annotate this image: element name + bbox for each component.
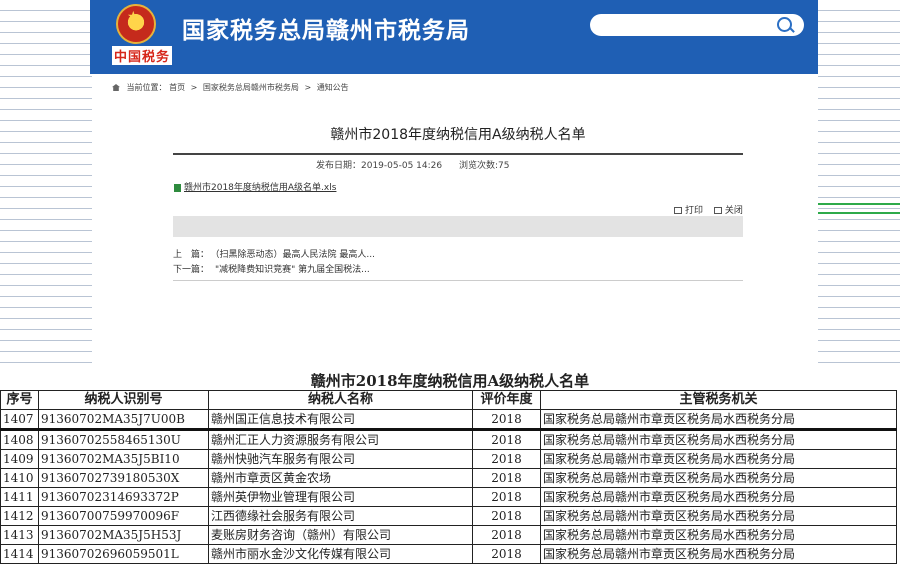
cell-year: 2018 <box>472 449 541 469</box>
site-title[interactable]: 国家税务总局赣州市税务局 <box>182 11 470 45</box>
cell-authority: 国家税务总局赣州市章贡区税务局水西税务分局 <box>540 506 897 526</box>
table-header-row: 序号 纳税人识别号 纳税人名称 评价年度 主管税务机关 <box>0 390 897 410</box>
cell-authority: 国家税务总局赣州市章贡区税务局水西税务分局 <box>540 468 897 488</box>
breadcrumb-separator: > <box>190 83 198 92</box>
cell-seq: 1407 <box>0 409 39 430</box>
cell-year: 2018 <box>472 428 541 450</box>
cell-name: 赣州快驰汽车服务有限公司 <box>208 449 473 469</box>
cell-name: 麦账房财务咨询（赣州）有限公司 <box>208 525 473 545</box>
cell-authority: 国家税务总局赣州市章贡区税务局水西税务分局 <box>540 525 897 545</box>
attachment-filename[interactable]: 赣州市2018年度纳税信用A级名单.xls <box>184 183 336 193</box>
cell-seq: 1414 <box>0 544 39 564</box>
search-icon[interactable] <box>777 17 792 32</box>
cell-year: 2018 <box>472 468 541 488</box>
national-emblem-icon[interactable]: ★ <box>108 4 166 44</box>
prev-article: 上 篇： （扫黑除恶动态）最高人民法院 最高人... <box>173 247 375 260</box>
cell-seq: 1412 <box>0 506 39 526</box>
cell-seq: 1411 <box>0 487 39 507</box>
col-header-seq: 序号 <box>0 390 39 410</box>
prev-label: 上 篇： <box>173 250 210 260</box>
article-title: 赣州市2018年度纳税信用A级纳税人名单 <box>330 127 586 143</box>
search-input[interactable] <box>602 17 776 35</box>
col-header-name: 纳税人名称 <box>208 390 473 410</box>
cell-year: 2018 <box>472 525 541 545</box>
print-icon <box>674 207 682 214</box>
next-article-link[interactable]: "减税降费知识竞赛" 第九届全国税法... <box>215 265 370 275</box>
view-count: 浏览次数:75 <box>458 161 510 171</box>
breadcrumb: 当前位置： 首页 > 国家税务总局赣州市税务局 > 通知公告 <box>112 82 349 93</box>
xls-file-icon <box>174 183 181 192</box>
emblem-caption: 中国税务 <box>112 46 173 65</box>
cell-name: 江西德缘社会服务有限公司 <box>208 506 473 526</box>
home-icon <box>112 84 120 91</box>
table-row: 1410 91360702739180530X 赣州市章贡区黄金农场 2018 国家税务… <box>0 468 897 488</box>
table-row: 1412 91360700759970096F 江西德缘社会服务有限公司 2018 国家… <box>0 506 897 526</box>
cell-tax-id: 91360702558465130U <box>38 428 209 450</box>
col-header-authority: 主管税务机关 <box>540 390 897 410</box>
cell-year: 2018 <box>472 409 541 430</box>
prev-article-link[interactable]: （扫黑除恶动态）最高人民法院 最高人... <box>215 250 375 260</box>
breadcrumb-bureau[interactable]: 国家税务总局赣州市税务局 <box>203 83 299 92</box>
table-row: 1414 91360702696059501L 赣州市丽水金沙文化传媒有限公司 201… <box>0 544 897 564</box>
table-row: 1411 91360702314693372P 赣州英伊物业管理有限公司 2018 国家… <box>0 487 897 507</box>
next-label: 下一篇： <box>173 265 210 275</box>
sheet-title: 赣州市2018年度纳税信用A级纳税人名单 <box>310 372 590 390</box>
close-icon <box>713 207 722 214</box>
print-label[interactable]: 打印 <box>685 206 703 216</box>
breadcrumb-notices[interactable]: 通知公告 <box>317 83 349 92</box>
article-actions: 打印 关闭 <box>666 203 743 216</box>
breadcrumb-label: 当前位置： <box>126 83 167 92</box>
cell-name: 赣州汇正人力资源服务有限公司 <box>208 428 473 450</box>
cell-tax-id: 91360700759970096F <box>38 506 209 526</box>
cell-seq: 1413 <box>0 525 39 545</box>
table-row: 1408 91360702558465130U 赣州汇正人力资源服务有限公司 2018… <box>0 428 897 450</box>
cell-seq: 1409 <box>0 449 39 469</box>
cell-authority: 国家税务总局赣州市章贡区税务局水西税务分局 <box>540 487 897 507</box>
cell-tax-id: 91360702MA35J5BI10 <box>38 449 209 469</box>
breadcrumb-separator: > <box>304 83 312 92</box>
table-row: 1407 91360702MA35J7U00B 赣州国正信息技术有限公司 2018 国家… <box>0 409 897 430</box>
cell-year: 2018 <box>472 544 541 564</box>
article-bottom-divider <box>173 280 743 281</box>
cell-tax-id: 91360702MA35J7U00B <box>38 409 209 430</box>
cell-authority: 国家税务总局赣州市章贡区税务局水西税务分局 <box>540 428 897 450</box>
cell-name: 赣州国正信息技术有限公司 <box>208 409 473 430</box>
article-footer-bar <box>173 216 743 237</box>
attachment-link[interactable]: 赣州市2018年度纳税信用A级名单.xls <box>174 180 336 193</box>
green-accent-lines <box>818 203 900 221</box>
next-article: 下一篇： "减税降费知识竞赛" 第九届全国税法... <box>173 262 370 275</box>
cell-authority: 国家税务总局赣州市章贡区税务局水西税务分局 <box>540 544 897 564</box>
cell-year: 2018 <box>472 487 541 507</box>
cell-seq: 1410 <box>0 468 39 488</box>
cell-seq: 1408 <box>0 428 39 450</box>
background-rule-right <box>818 0 900 390</box>
close-button[interactable]: 关闭 <box>713 206 743 216</box>
article-meta: 发布日期：2019-05-05 14:26 浏览次数:75 <box>316 158 523 171</box>
cell-authority: 国家税务总局赣州市章贡区税务局水西税务分局 <box>540 449 897 469</box>
print-button[interactable]: 打印 <box>674 206 703 216</box>
search-box <box>590 14 804 36</box>
cell-tax-id: 91360702739180530X <box>38 468 209 488</box>
cell-name: 赣州市丽水金沙文化传媒有限公司 <box>208 544 473 564</box>
table-row: 1413 91360702MA35J5H53J 麦账房财务咨询（赣州）有限公司 201… <box>0 525 897 545</box>
cell-year: 2018 <box>472 506 541 526</box>
background-rule-left <box>0 0 92 390</box>
taxpayer-table: 序号 纳税人识别号 纳税人名称 评价年度 主管税务机关 1407 91360702… <box>0 390 897 564</box>
cell-tax-id: 91360702MA35J5H53J <box>38 525 209 545</box>
table-row: 1409 91360702MA35J5BI10 赣州快驰汽车服务有限公司 2018 国家… <box>0 449 897 469</box>
breadcrumb-home[interactable]: 首页 <box>169 83 185 92</box>
cell-authority: 国家税务总局赣州市章贡区税务局水西税务分局 <box>540 409 897 430</box>
cell-tax-id: 91360702314693372P <box>38 487 209 507</box>
spreadsheet-view: 赣州市2018年度纳税信用A级纳税人名单 序号 纳税人识别号 纳税人名称 评价年… <box>0 368 900 564</box>
publish-date: 发布日期：2019-05-05 14:26 <box>316 161 443 171</box>
close-label[interactable]: 关闭 <box>725 206 743 216</box>
col-header-year: 评价年度 <box>472 390 541 410</box>
cell-name: 赣州市章贡区黄金农场 <box>208 468 473 488</box>
site-header: ★ 中国税务 国家税务总局赣州市税务局 <box>90 0 818 74</box>
cell-name: 赣州英伊物业管理有限公司 <box>208 487 473 507</box>
col-header-tax-id: 纳税人识别号 <box>38 390 209 410</box>
title-divider <box>173 153 743 155</box>
cell-tax-id: 91360702696059501L <box>38 544 209 564</box>
